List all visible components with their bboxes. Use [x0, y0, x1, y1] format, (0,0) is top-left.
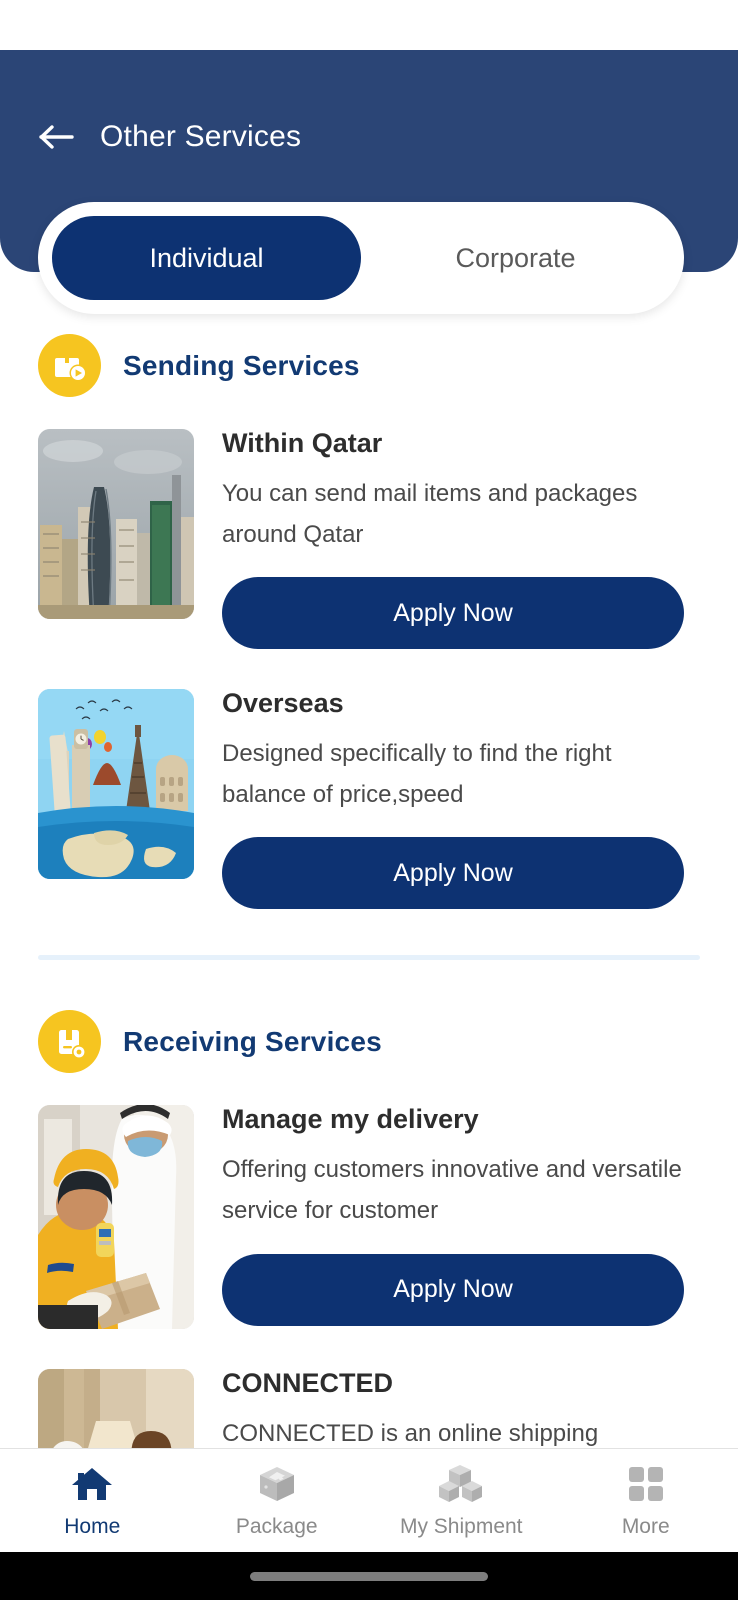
- system-home-indicator-area: [0, 1552, 738, 1600]
- doha-skyline-photo: [38, 429, 194, 619]
- service-card-body: Overseas Designed specifically to find t…: [222, 688, 738, 910]
- header-row: Other Services: [38, 122, 301, 152]
- family-living-room-photo: [38, 1369, 194, 1448]
- nav-item-my-shipment[interactable]: My Shipment: [369, 1449, 554, 1552]
- grid-menu-icon: [626, 1462, 666, 1506]
- apply-now-button[interactable]: Apply Now: [222, 1253, 684, 1326]
- nav-label-home: Home: [64, 1515, 121, 1538]
- page-title: Other Services: [100, 120, 302, 153]
- tab-corporate-label: Corporate: [455, 242, 576, 273]
- receiving-parcel-icon: [38, 1010, 101, 1074]
- service-description: Offering customers innovative and versat…: [222, 1156, 682, 1225]
- stacked-boxes-icon: [438, 1462, 484, 1506]
- service-description: Designed specifically to find the right …: [222, 739, 612, 809]
- service-title: Manage my delivery: [222, 1104, 479, 1135]
- arrow-left-icon[interactable]: [38, 122, 76, 152]
- nav-label-my-shipment: My Shipment: [399, 1515, 523, 1538]
- section-title-receiving: Receiving Services: [123, 1025, 382, 1057]
- service-card-connected[interactable]: CONNECTED CONNECTED is an online shippin…: [0, 1369, 738, 1448]
- service-description: You can send mail items and packages aro…: [222, 479, 638, 548]
- bottom-navigation-bar: Home Package My Shipment More: [0, 1448, 738, 1552]
- service-card-body: Within Qatar You can send mail items and…: [222, 428, 738, 650]
- section-divider: [38, 955, 700, 961]
- section-title-sending: Sending Services: [123, 349, 360, 381]
- service-card-manage-my-delivery[interactable]: Manage my delivery Offering customers in…: [0, 1105, 738, 1330]
- service-card-within-qatar[interactable]: Within Qatar You can send mail items and…: [0, 428, 738, 650]
- service-description: CONNECTED is an online shipping: [222, 1420, 599, 1448]
- service-title: CONNECTED: [222, 1368, 394, 1399]
- segmented-tab-bar: Individual Corporate: [38, 202, 684, 314]
- section-header-receiving: Receiving Services: [0, 1010, 738, 1074]
- service-card-body: CONNECTED CONNECTED is an online shippin…: [222, 1369, 738, 1448]
- apply-now-button[interactable]: Apply Now: [222, 577, 684, 650]
- services-scroll-area[interactable]: Sending Services Within Qatar You can se…: [0, 272, 738, 1448]
- service-card-body: Manage my delivery Offering customers in…: [222, 1105, 738, 1329]
- tab-individual-label: Individual: [149, 242, 264, 273]
- apply-now-button[interactable]: Apply Now: [222, 837, 684, 910]
- nav-label-package: Package: [235, 1515, 318, 1538]
- home-indicator-bar[interactable]: [250, 1571, 488, 1581]
- section-header-sending: Sending Services: [0, 334, 738, 397]
- nav-item-package[interactable]: Package: [185, 1449, 370, 1552]
- tab-corporate[interactable]: Corporate: [361, 216, 670, 300]
- service-card-overseas[interactable]: Overseas Designed specifically to find t…: [0, 688, 738, 910]
- sending-package-icon: [38, 334, 101, 397]
- courier-handing-parcel-photo: [38, 1105, 194, 1330]
- service-title: Within Qatar: [222, 428, 383, 458]
- nav-item-home[interactable]: Home: [0, 1449, 185, 1552]
- package-box-icon: [256, 1462, 298, 1506]
- service-title: Overseas: [222, 688, 344, 719]
- nav-item-more[interactable]: More: [554, 1449, 738, 1552]
- status-bar: [0, 0, 738, 50]
- world-landmarks-globe-illustration: [38, 689, 194, 880]
- nav-label-more: More: [621, 1515, 670, 1538]
- tab-individual[interactable]: Individual: [52, 216, 361, 300]
- app-screen: Other Services Individual Corporate Send…: [0, 0, 738, 1600]
- home-icon: [70, 1462, 114, 1506]
